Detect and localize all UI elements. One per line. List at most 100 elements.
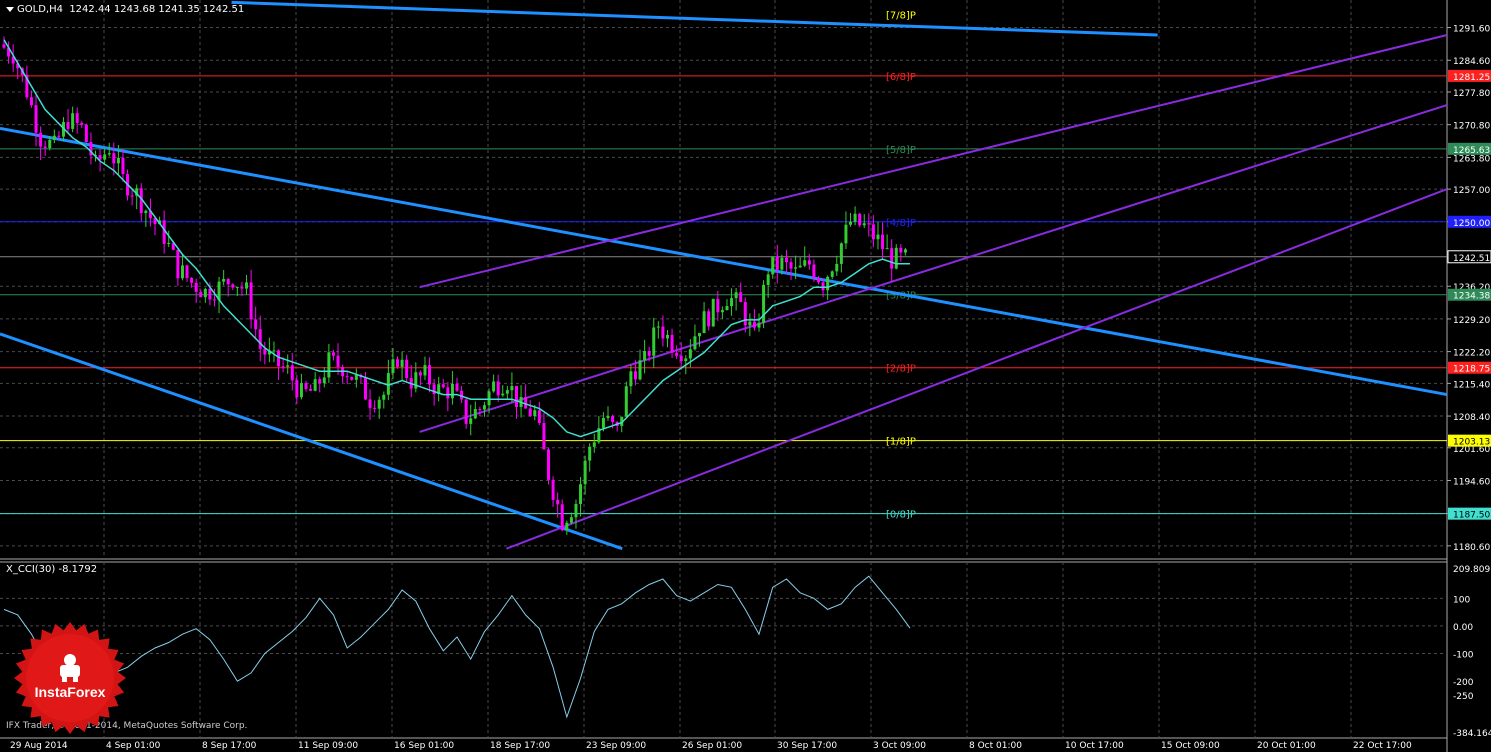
candle-body	[29, 97, 33, 106]
candle-body	[716, 298, 720, 313]
candle-body	[199, 291, 203, 298]
time-tick: 15 Oct 09:00	[1161, 741, 1220, 751]
candle-body	[803, 260, 807, 266]
candle-body	[510, 385, 514, 391]
candle-body	[556, 499, 560, 505]
candle-body	[391, 359, 395, 374]
candle-body	[899, 247, 903, 253]
candle-body	[780, 257, 784, 270]
candle-body	[176, 249, 180, 279]
candle-body	[84, 124, 88, 143]
price-tick-label: 1263.80	[1453, 154, 1490, 164]
candle-body	[423, 365, 427, 376]
candle-body	[130, 195, 134, 197]
candle-body	[492, 381, 496, 392]
candle-body	[670, 334, 674, 353]
candle-body	[766, 274, 770, 285]
cci-tick-label: 0.00	[1453, 623, 1473, 633]
candle-body	[638, 360, 642, 380]
candle-body	[629, 371, 633, 387]
candle-body	[167, 242, 171, 244]
candle-body	[208, 288, 212, 300]
candle-body	[455, 383, 459, 391]
candle-body	[505, 390, 509, 394]
price-chart[interactable]: 29 Aug 2014 4 Sep 01:00 8 Sep 17:00 11 Sep …	[0, 0, 1491, 752]
candle-body	[830, 271, 834, 277]
candle-body	[226, 278, 230, 285]
candle-body	[826, 276, 830, 291]
candle-body	[583, 460, 587, 485]
murrey-label: [4/8]P	[886, 218, 916, 229]
candle-body	[368, 399, 372, 408]
candle-body	[890, 248, 894, 269]
candle-body	[789, 262, 793, 269]
logo-seal-icon	[14, 622, 126, 734]
candle-body	[542, 423, 546, 450]
candle-body	[386, 373, 390, 395]
chart-background	[0, 0, 1491, 752]
time-tick: 10 Oct 17:00	[1065, 741, 1124, 751]
candle-body	[862, 223, 866, 226]
candle-body	[52, 135, 56, 140]
time-tick: 29 Aug 2014	[10, 741, 68, 751]
candle-body	[679, 355, 683, 362]
time-tick: 8 Oct 01:00	[969, 741, 1022, 751]
candle-body	[231, 284, 235, 288]
time-tick: 8 Sep 17:00	[202, 741, 257, 751]
cci-tick-label: -200	[1453, 678, 1474, 688]
candle-body	[533, 410, 537, 417]
candle-body	[647, 351, 651, 356]
symbol-header: GOLD,H4 1242.44 1243.68 1241.35 1242.51	[6, 4, 244, 15]
candle-body	[222, 278, 226, 282]
murrey-label: [0/8]P	[886, 510, 916, 521]
price-tick-label: 1284.60	[1453, 57, 1490, 67]
candle-body	[318, 379, 322, 384]
candle-body	[688, 349, 692, 359]
price-tick-label: 1257.00	[1453, 186, 1490, 196]
candle-body	[835, 263, 839, 272]
candle-body	[272, 350, 276, 352]
candle-body	[331, 352, 335, 356]
murrey-price-label: 1203.13	[1453, 438, 1490, 448]
candle-body	[464, 399, 468, 424]
time-tick: 30 Sep 17:00	[777, 741, 837, 751]
candle-body	[80, 122, 84, 125]
candle-body	[322, 377, 326, 384]
candle-body	[665, 334, 669, 339]
murrey-label: [2/8]P	[886, 364, 916, 375]
candle-body	[794, 267, 798, 269]
candle-body	[249, 282, 253, 320]
candle-body	[684, 358, 688, 362]
price-tick-label: 1222.20	[1453, 349, 1490, 359]
candle-body	[396, 359, 400, 367]
candle-body	[469, 418, 473, 424]
candle-body	[313, 379, 317, 391]
candle-body	[876, 234, 880, 240]
candle-body	[624, 386, 628, 417]
candle-body	[39, 132, 43, 147]
candle-body	[350, 377, 354, 380]
candle-body	[702, 311, 706, 334]
candle-body	[588, 446, 592, 461]
candle-body	[675, 352, 679, 356]
price-tick-label: 1180.60	[1453, 543, 1490, 553]
candle-body	[304, 383, 308, 389]
candle-body	[858, 213, 862, 226]
murrey-price-label: 1265.63	[1453, 146, 1490, 156]
candle-body	[43, 146, 47, 149]
candle-body	[235, 287, 239, 289]
dropdown-triangle-icon[interactable]	[6, 6, 14, 12]
candle-body	[514, 385, 518, 408]
candle-body	[185, 265, 189, 278]
time-tick: 11 Sep 09:00	[298, 741, 358, 751]
candle-body	[871, 224, 875, 240]
candle-body	[57, 135, 61, 137]
candle-body	[180, 265, 184, 279]
price-tick-label: 1277.80	[1453, 89, 1490, 99]
candle-body	[103, 154, 107, 160]
candle-body	[405, 359, 409, 379]
candle-body	[569, 517, 573, 523]
candle-body	[739, 292, 743, 302]
murrey-label: [6/8]P	[886, 72, 916, 83]
candle-body	[867, 223, 871, 225]
